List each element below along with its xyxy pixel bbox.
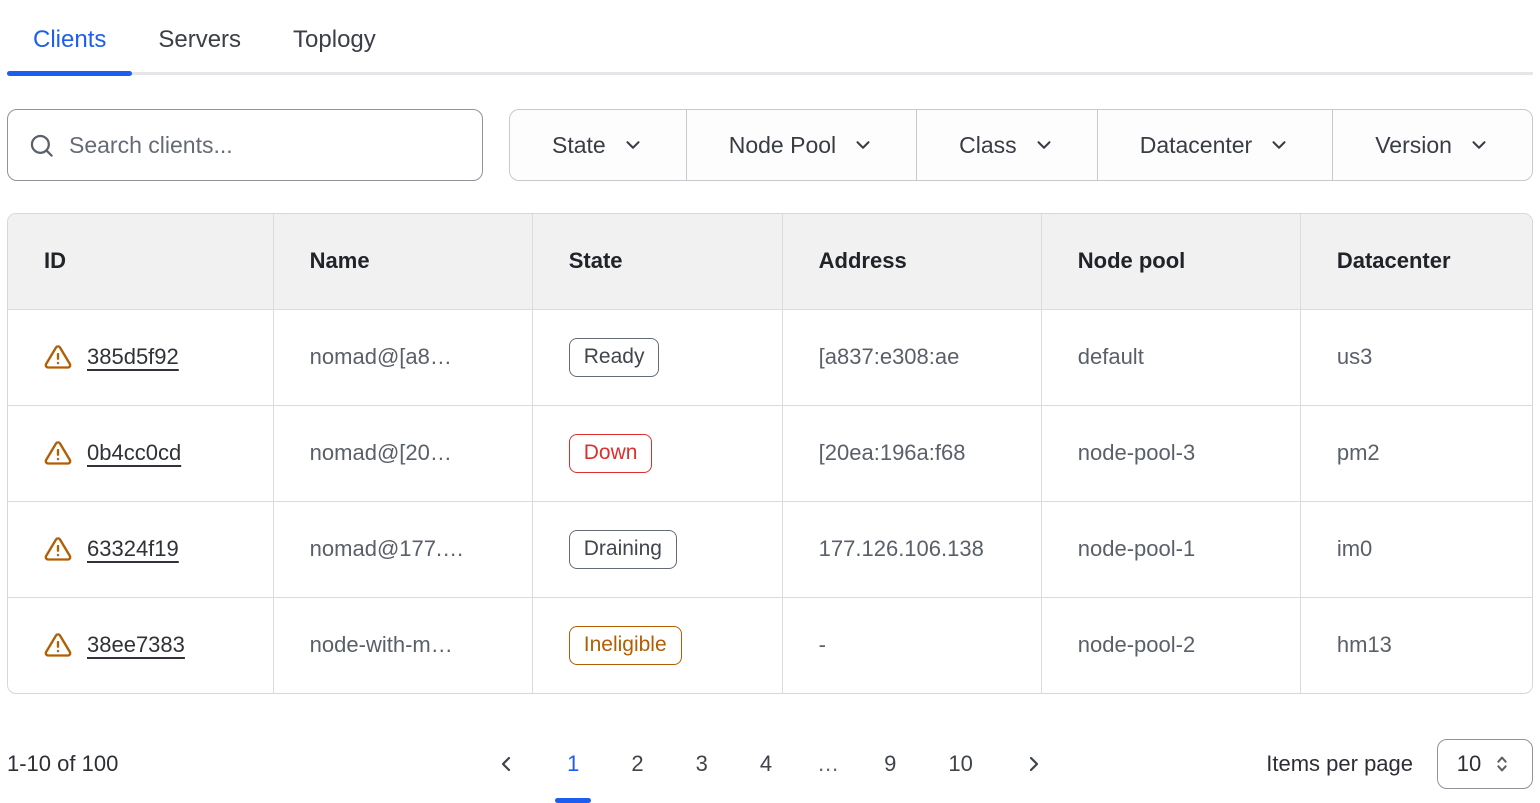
filter-class-button[interactable]: Class xyxy=(916,110,1097,180)
tab-bar: Clients Servers Toplogy xyxy=(7,0,1533,75)
column-header-id: ID xyxy=(8,214,273,309)
client-node-pool: node-pool-2 xyxy=(1041,597,1300,693)
toolbar: State Node Pool Class Datacenter Version xyxy=(7,109,1533,181)
warning-triangle-icon xyxy=(44,439,72,467)
page-number-4[interactable]: 4 xyxy=(739,747,793,781)
tab-clients-label: Clients xyxy=(33,26,106,53)
page-number-2[interactable]: 2 xyxy=(610,747,664,781)
table-header-row: ID Name State Address Node pool Datacent… xyxy=(8,214,1532,309)
filter-state-button[interactable]: State xyxy=(510,110,686,180)
column-header-node-pool: Node pool xyxy=(1041,214,1300,309)
warning-triangle-icon xyxy=(44,631,72,659)
search-box xyxy=(7,109,483,181)
clients-table: ID Name State Address Node pool Datacent… xyxy=(7,213,1533,694)
client-name: nomad@[20… xyxy=(273,405,532,501)
items-per-page-select[interactable]: 10 xyxy=(1437,739,1533,789)
filter-state-label: State xyxy=(552,132,606,159)
table-row[interactable]: 38ee7383 node-with-m… Ineligible - node-… xyxy=(8,597,1532,693)
client-name: nomad@[a8… xyxy=(273,309,532,405)
state-badge: Down xyxy=(569,434,653,473)
page-number-10[interactable]: 10 xyxy=(927,747,993,781)
previous-page-button[interactable] xyxy=(476,752,536,776)
page-ellipsis: … xyxy=(803,751,853,777)
filter-datacenter-button[interactable]: Datacenter xyxy=(1097,110,1333,180)
search-input[interactable] xyxy=(69,132,462,159)
table-row[interactable]: 63324f19 nomad@177.… Draining 177.126.10… xyxy=(8,501,1532,597)
column-header-name: Name xyxy=(273,214,532,309)
page-number-1[interactable]: 1 xyxy=(546,747,600,781)
client-address: 177.126.106.138 xyxy=(782,501,1041,597)
chevron-down-icon xyxy=(852,134,874,156)
client-address: [20ea:196a:f68 xyxy=(782,405,1041,501)
client-name: nomad@177.… xyxy=(273,501,532,597)
client-datacenter: im0 xyxy=(1300,501,1532,597)
tab-topology-label: Toplogy xyxy=(293,26,376,53)
filter-datacenter-label: Datacenter xyxy=(1140,132,1253,159)
client-id-link[interactable]: 38ee7383 xyxy=(87,632,185,658)
chevron-down-icon xyxy=(622,134,644,156)
chevron-right-icon xyxy=(1022,752,1046,776)
table-row[interactable]: 0b4cc0cd nomad@[20… Down [20ea:196a:f68 … xyxy=(8,405,1532,501)
chevron-down-icon xyxy=(1033,134,1055,156)
filter-class-label: Class xyxy=(959,132,1017,159)
client-node-pool: node-pool-1 xyxy=(1041,501,1300,597)
pagination-bar: 1-10 of 100 1 2 3 4 … 9 10 Items per pag… xyxy=(7,738,1533,790)
state-badge: Ready xyxy=(569,338,660,377)
tab-topology[interactable]: Toplogy xyxy=(267,18,402,72)
client-datacenter: hm13 xyxy=(1300,597,1532,693)
page-number-9[interactable]: 9 xyxy=(863,747,917,781)
client-address: - xyxy=(782,597,1041,693)
state-badge: Draining xyxy=(569,530,677,569)
client-datacenter: pm2 xyxy=(1300,405,1532,501)
client-node-pool: node-pool-3 xyxy=(1041,405,1300,501)
client-id-link[interactable]: 63324f19 xyxy=(87,536,179,562)
tab-servers[interactable]: Servers xyxy=(132,18,267,72)
warning-triangle-icon xyxy=(44,343,72,371)
filter-node-pool-button[interactable]: Node Pool xyxy=(686,110,916,180)
table-row[interactable]: 385d5f92 nomad@[a8… Ready [a837:e308:ae … xyxy=(8,309,1532,405)
filter-version-button[interactable]: Version xyxy=(1332,110,1532,180)
state-badge: Ineligible xyxy=(569,626,682,665)
column-header-address: Address xyxy=(782,214,1041,309)
chevron-down-icon xyxy=(1268,134,1290,156)
search-icon xyxy=(28,132,55,159)
next-page-button[interactable] xyxy=(1004,752,1064,776)
client-id-link[interactable]: 0b4cc0cd xyxy=(87,440,181,466)
tab-clients[interactable]: Clients xyxy=(7,18,132,72)
clients-page: Clients Servers Toplogy State Node Pool xyxy=(0,0,1540,790)
items-per-page-group: Items per page 10 xyxy=(1064,739,1533,789)
pagination-range-label: 1-10 of 100 xyxy=(7,751,476,777)
column-header-state: State xyxy=(532,214,782,309)
filter-node-pool-label: Node Pool xyxy=(729,132,836,159)
client-name: node-with-m… xyxy=(273,597,532,693)
client-node-pool: default xyxy=(1041,309,1300,405)
warning-triangle-icon xyxy=(44,535,72,563)
items-per-page-value: 10 xyxy=(1457,751,1481,777)
page-number-3[interactable]: 3 xyxy=(675,747,729,781)
tab-servers-label: Servers xyxy=(158,26,241,53)
client-datacenter: us3 xyxy=(1300,309,1532,405)
column-header-datacenter: Datacenter xyxy=(1300,214,1532,309)
chevron-left-icon xyxy=(494,752,518,776)
items-per-page-label: Items per page xyxy=(1266,751,1413,777)
pager: 1 2 3 4 … 9 10 xyxy=(476,747,1064,781)
stepper-up-down-icon xyxy=(1491,753,1513,775)
client-address: [a837:e308:ae xyxy=(782,309,1041,405)
filter-version-label: Version xyxy=(1375,132,1452,159)
filter-group: State Node Pool Class Datacenter Version xyxy=(509,109,1533,181)
client-id-link[interactable]: 385d5f92 xyxy=(87,344,179,370)
chevron-down-icon xyxy=(1468,134,1490,156)
